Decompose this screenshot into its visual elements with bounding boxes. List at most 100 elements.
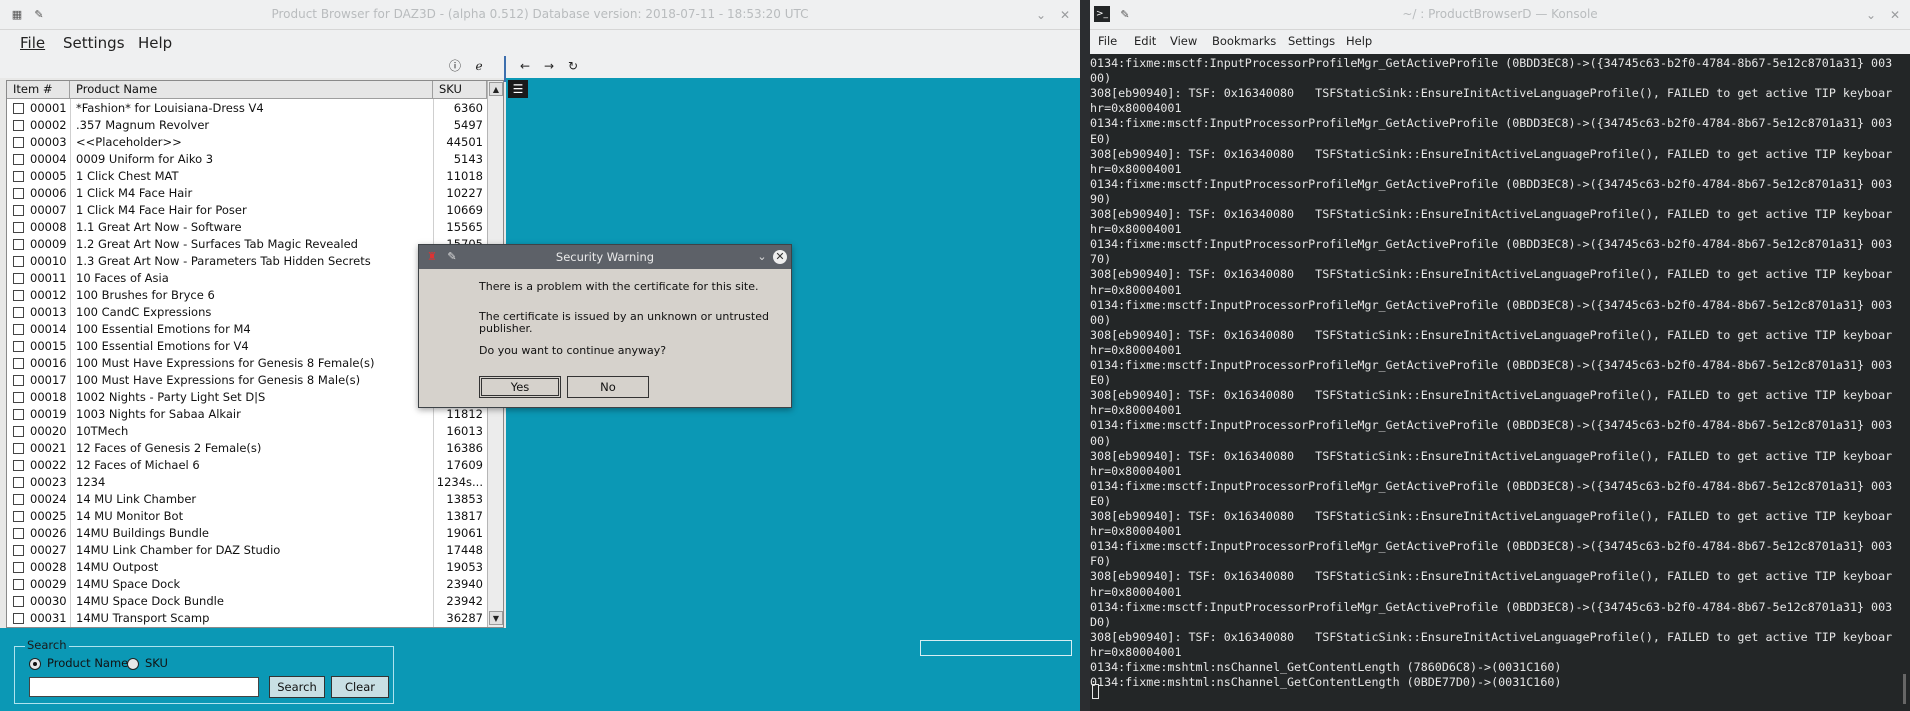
row-checkbox[interactable] [13, 341, 24, 352]
table-row[interactable]: 00016 100 Must Have Expressions for Genes… [7, 355, 487, 372]
row-checkbox[interactable] [13, 562, 24, 573]
info-icon[interactable]: ⓘ [446, 57, 464, 75]
item-number-cell: 00004 [30, 152, 67, 166]
close-icon[interactable]: ✕ [773, 250, 787, 264]
terminal-scrollbar[interactable] [1898, 54, 1910, 711]
table-row[interactable]: 00031 14MU Transport Scamp 36287 [7, 610, 487, 627]
search-button[interactable]: Search [269, 676, 325, 698]
table-row[interactable]: 00004 0009 Uniform for Aiko 3 5143 [7, 151, 487, 168]
row-checkbox[interactable] [13, 188, 24, 199]
row-checkbox[interactable] [13, 171, 24, 182]
close-icon[interactable]: ✕ [1886, 6, 1904, 24]
scroll-up-icon[interactable]: ▲ [489, 82, 503, 96]
table-row[interactable]: 00009 1.2 Great Art Now - Surfaces Tab Ma… [7, 236, 487, 253]
table-row[interactable]: 00022 12 Faces of Michael 6 17609 [7, 457, 487, 474]
row-checkbox[interactable] [13, 222, 24, 233]
table-row[interactable]: 00017 100 Must Have Expressions for Genes… [7, 372, 487, 389]
menu-help[interactable]: Help [138, 34, 172, 52]
table-row[interactable]: 00013 100 CandC Expressions [7, 304, 487, 321]
table-row[interactable]: 00014 100 Essential Emotions for M4 [7, 321, 487, 338]
row-checkbox[interactable] [13, 392, 24, 403]
row-checkbox[interactable] [13, 273, 24, 284]
radio-sku[interactable] [127, 658, 139, 670]
table-row[interactable]: 00001 *Fashion* for Louisiana-Dress V4 636… [7, 100, 487, 117]
terminal-output[interactable]: 0134:fixme:msctf:InputProcessorProfileMg… [1090, 54, 1898, 711]
table-row[interactable]: 00012 100 Brushes for Bryce 6 [7, 287, 487, 304]
minimize-icon[interactable]: ⌄ [755, 250, 769, 264]
row-checkbox[interactable] [13, 358, 24, 369]
row-checkbox[interactable] [13, 290, 24, 301]
row-checkbox[interactable] [13, 443, 24, 454]
row-checkbox[interactable] [13, 494, 24, 505]
table-row[interactable]: 00018 1002 Nights - Party Light Set D|S [7, 389, 487, 406]
menu-lines-icon[interactable]: ☰ [508, 80, 528, 98]
no-button[interactable]: No [567, 376, 649, 398]
row-checkbox[interactable] [13, 426, 24, 437]
yes-button[interactable]: Yes [479, 376, 561, 398]
menu-help[interactable]: Help [1346, 34, 1372, 48]
search-input[interactable] [29, 677, 259, 697]
menu-view[interactable]: View [1170, 34, 1197, 48]
table-row[interactable]: 00005 1 Click Chest MAT 11018 [7, 168, 487, 185]
row-checkbox[interactable] [13, 579, 24, 590]
table-row[interactable]: 00029 14MU Space Dock 23940 [7, 576, 487, 593]
table-row[interactable]: 00006 1 Click M4 Face Hair 10227 [7, 185, 487, 202]
table-row[interactable]: 00019 1003 Nights for Sabaa Alkair 11812 [7, 406, 487, 423]
row-checkbox[interactable] [13, 256, 24, 267]
row-checkbox[interactable] [13, 205, 24, 216]
menu-file[interactable]: File [1098, 34, 1117, 48]
scroll-down-icon[interactable]: ▼ [489, 611, 503, 625]
table-row[interactable]: 00015 100 Essential Emotions for V4 [7, 338, 487, 355]
table-row[interactable]: 00007 1 Click M4 Face Hair for Poser 10669 [7, 202, 487, 219]
table-row[interactable]: 00028 14MU Outpost 19053 [7, 559, 487, 576]
row-checkbox[interactable] [13, 375, 24, 386]
row-checkbox[interactable] [13, 324, 24, 335]
row-checkbox[interactable] [13, 477, 24, 488]
reload-icon[interactable]: ↻ [564, 57, 582, 75]
scrollbar-thumb[interactable] [1903, 674, 1906, 704]
table-row[interactable]: 00030 14MU Space Dock Bundle 23942 [7, 593, 487, 610]
row-checkbox[interactable] [13, 528, 24, 539]
table-row[interactable]: 00021 12 Faces of Genesis 2 Female(s) 1638… [7, 440, 487, 457]
forward-arrow-icon[interactable]: → [540, 57, 558, 75]
table-row[interactable]: 00003 <<Placeholder>> 44501 [7, 134, 487, 151]
row-checkbox[interactable] [13, 307, 24, 318]
menu-settings[interactable]: Settings [1288, 34, 1335, 48]
table-row[interactable]: 00023 1234 1234s... [7, 474, 487, 491]
column-header-name[interactable]: Product Name [70, 81, 433, 99]
minimize-icon[interactable]: ⌄ [1862, 6, 1880, 24]
column-header-item[interactable]: Item # [7, 81, 70, 99]
konsole-window: >_ ✎ ~/ : ProductBrowserD — Konsole ⌄ ✕ … [1090, 0, 1910, 711]
row-checkbox[interactable] [13, 154, 24, 165]
close-icon[interactable]: ✕ [1056, 6, 1074, 24]
menu-settings[interactable]: Settings [63, 34, 125, 52]
menu-file[interactable]: File [20, 34, 45, 52]
table-row[interactable]: 00002 .357 Magnum Revolver 5497 [7, 117, 487, 134]
row-checkbox[interactable] [13, 120, 24, 131]
minimize-icon[interactable]: ⌄ [1032, 6, 1050, 24]
row-checkbox[interactable] [13, 545, 24, 556]
row-checkbox[interactable] [13, 103, 24, 114]
row-checkbox[interactable] [13, 596, 24, 607]
radio-product-name[interactable] [29, 658, 41, 670]
table-row[interactable]: 00020 10TMech 16013 [7, 423, 487, 440]
table-row[interactable]: 00011 10 Faces of Asia [7, 270, 487, 287]
back-arrow-icon[interactable]: ← [516, 57, 534, 75]
row-checkbox[interactable] [13, 511, 24, 522]
table-row[interactable]: 00008 1.1 Great Art Now - Software 15565 [7, 219, 487, 236]
menu-edit[interactable]: Edit [1134, 34, 1156, 48]
row-checkbox[interactable] [13, 409, 24, 420]
row-checkbox[interactable] [13, 239, 24, 250]
table-row[interactable]: 00010 1.3 Great Art Now - Parameters Tab … [7, 253, 487, 270]
menu-bookmarks[interactable]: Bookmarks [1212, 34, 1276, 48]
row-checkbox[interactable] [13, 137, 24, 148]
column-header-sku[interactable]: SKU [433, 81, 487, 99]
browser-icon[interactable]: ℯ [470, 57, 488, 75]
row-checkbox[interactable] [13, 613, 24, 624]
clear-button[interactable]: Clear [331, 676, 389, 698]
table-row[interactable]: 00024 14 MU Link Chamber 13853 [7, 491, 487, 508]
table-row[interactable]: 00025 14 MU Monitor Bot 13817 [7, 508, 487, 525]
table-row[interactable]: 00027 14MU Link Chamber for DAZ Studio 174… [7, 542, 487, 559]
row-checkbox[interactable] [13, 460, 24, 471]
table-row[interactable]: 00026 14MU Buildings Bundle 19061 [7, 525, 487, 542]
